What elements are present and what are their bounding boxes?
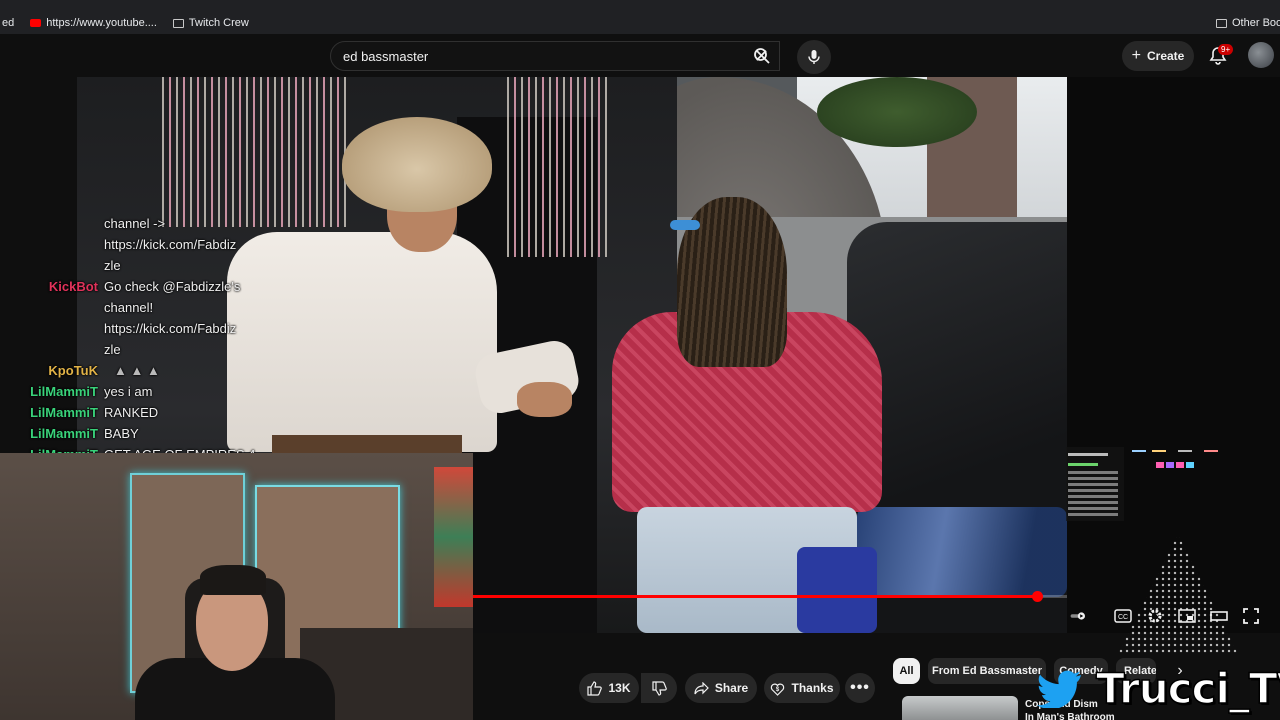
- recommended-thumbnail[interactable]: [902, 696, 1018, 720]
- chat-message: LilMammiT yes i am: [20, 384, 152, 399]
- bookmark-label: https://www.youtube....: [46, 17, 157, 29]
- bookmark-label: ed: [2, 17, 15, 29]
- voice-search-button[interactable]: [797, 40, 831, 74]
- captions-icon: CC: [1114, 609, 1132, 623]
- svg-text:$: $: [776, 687, 780, 693]
- chat-text: zle: [104, 258, 121, 273]
- chat-username: KickBot: [48, 279, 98, 294]
- youtube-icon: [30, 19, 42, 27]
- plus-icon: +: [1131, 47, 1141, 64]
- chat-message: zle: [20, 258, 121, 273]
- twitter-bird-icon: [1037, 670, 1081, 708]
- theater-icon: [1210, 611, 1228, 621]
- chat-message: channel!: [20, 300, 153, 315]
- share-icon: [694, 681, 709, 694]
- miniplayer-button[interactable]: [1178, 608, 1196, 624]
- search-button[interactable]: [742, 41, 782, 71]
- bookmark-ed[interactable]: ed: [2, 17, 14, 29]
- mini-scoreboard-overlay: [1066, 447, 1124, 521]
- chat-message: LilMammiT RANKED: [20, 405, 158, 420]
- chat-username: LilMammiT: [30, 426, 98, 441]
- more-actions-button[interactable]: •••: [845, 673, 875, 703]
- chat-text: https://kick.com/Fabdiz: [104, 237, 237, 252]
- settings-button[interactable]: [1146, 608, 1164, 624]
- account-avatar[interactable]: [1248, 42, 1274, 68]
- theater-mode-button[interactable]: [1210, 608, 1228, 624]
- thanks-label: Thanks: [791, 681, 834, 695]
- mini-status-overlay: [1132, 450, 1218, 468]
- chip-from-channel[interactable]: From Ed Bassmaster: [928, 658, 1046, 684]
- search-query: ed bassmaster: [343, 49, 429, 64]
- like-button[interactable]: 13K: [579, 673, 639, 703]
- chat-text: https://kick.com/Fabdiz: [104, 321, 237, 336]
- bookmarks-bar: ed https://www.youtube.... Twitch Crew O…: [0, 12, 1280, 34]
- share-label: Share: [714, 681, 749, 695]
- bookmark-twitch-crew[interactable]: Twitch Crew: [172, 17, 249, 29]
- chat-message: https://kick.com/Fabdiz: [20, 321, 236, 336]
- browser-url-bar[interactable]: [0, 0, 1280, 12]
- chat-username: LilMammiT: [30, 384, 98, 399]
- streamer-webcam: [0, 453, 473, 720]
- fullscreen-button[interactable]: [1242, 608, 1260, 624]
- create-label: Create: [1146, 49, 1185, 63]
- chat-text: zle: [104, 342, 121, 357]
- chat-message: channel ->: [20, 216, 165, 231]
- chat-username: LilMammiT: [30, 405, 98, 420]
- dislike-button[interactable]: [641, 673, 677, 703]
- search-icon: [754, 48, 770, 64]
- chat-username: KpoTuK: [48, 363, 98, 378]
- search-input[interactable]: ed bassmaster ✕: [330, 41, 780, 71]
- thumbs-up-icon: [587, 680, 603, 696]
- chat-emote-icon: ▲ ▲ ▲: [114, 363, 160, 378]
- folder-icon: [1216, 18, 1227, 28]
- progress-played: [473, 595, 1038, 598]
- chat-text: Go check @Fabdizzle's: [104, 279, 241, 294]
- chat-message: https://kick.com/Fabdiz: [20, 237, 236, 252]
- chat-message: KickBot Go check @Fabdizzle's: [20, 279, 240, 294]
- autoplay-toggle-icon: [1070, 612, 1085, 620]
- share-button[interactable]: Share: [685, 673, 757, 703]
- thanks-button[interactable]: $ Thanks: [764, 673, 840, 703]
- bookmark-other[interactable]: Other Bookm: [1216, 17, 1280, 29]
- chat-text: yes i am: [104, 384, 153, 399]
- player-controls: CC: [1070, 604, 1280, 628]
- chat-message: LilMammiT BABY: [20, 426, 139, 441]
- chat-text: BABY: [104, 426, 139, 441]
- chip-all[interactable]: All: [893, 658, 920, 684]
- bookmark-youtube[interactable]: https://www.youtube....: [30, 17, 157, 29]
- microphone-icon: [808, 50, 820, 64]
- chat-text: RANKED: [104, 405, 159, 420]
- thumbs-down-icon: [651, 680, 667, 696]
- chat-text: channel ->: [104, 216, 166, 231]
- more-horizontal-icon: •••: [850, 679, 870, 696]
- video-progress-bar[interactable]: [473, 591, 1067, 602]
- chat-message: zle: [20, 342, 121, 357]
- svg-text:CC: CC: [1118, 614, 1128, 621]
- miniplayer-icon: [1178, 609, 1196, 623]
- thanks-heart-dollar-icon: $: [771, 683, 785, 696]
- create-button[interactable]: + Create: [1122, 41, 1194, 71]
- youtube-masthead: ed bassmaster ✕ + Create 9+: [0, 34, 1280, 78]
- gear-icon: [1148, 609, 1162, 623]
- fullscreen-icon: [1243, 608, 1259, 624]
- bookmark-label: Other Bookm: [1232, 17, 1280, 29]
- captions-button[interactable]: CC: [1114, 608, 1132, 624]
- streamer-brand-watermark: Trucci_TV: [1095, 663, 1280, 714]
- notification-count-badge: 9+: [1218, 44, 1234, 55]
- like-count: 13K: [608, 681, 631, 695]
- bookmark-label: Twitch Crew: [188, 17, 249, 29]
- folder-icon: [172, 18, 184, 28]
- chat-message: KpoTuK ▲ ▲ ▲: [20, 363, 160, 378]
- chat-text: channel!: [104, 300, 154, 315]
- autoplay-toggle[interactable]: [1070, 608, 1088, 624]
- screen: ed https://www.youtube.... Twitch Crew O…: [0, 0, 1280, 720]
